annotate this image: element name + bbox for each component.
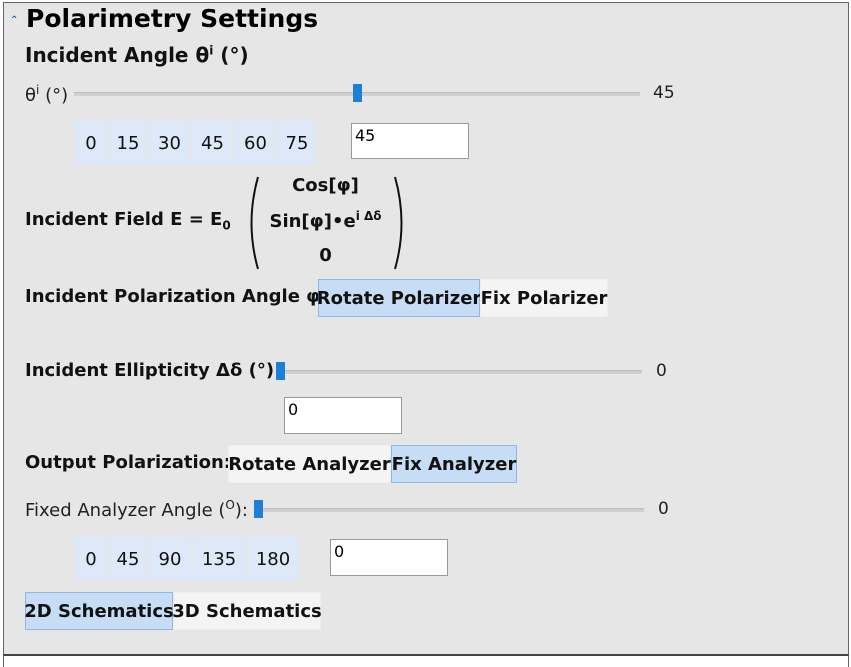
fix-polarizer-button[interactable]: Fix Polarizer (480, 279, 608, 317)
2d-schematics-button[interactable]: 2D Schematics (24, 592, 174, 630)
ellipticity-label: Incident Ellipticity Δδ (°): (25, 360, 282, 381)
incident-angle-preset-45[interactable]: 45 (191, 120, 234, 166)
incident-field-label: Incident Field E = E0 (25, 209, 231, 233)
next-section-clipped (3, 656, 849, 667)
vector-row-2: Sin[φ]•ei Δδ (269, 209, 382, 232)
incident-angle-preset-15[interactable]: 15 (108, 120, 148, 166)
incident-angle-preset-30[interactable]: 30 (148, 120, 191, 166)
analyzer-angle-preset-45[interactable]: 45 (108, 536, 148, 582)
rotate-polarizer-button[interactable]: Rotate Polarizer (317, 279, 481, 317)
incident-angle-preset-0[interactable]: 0 (74, 120, 108, 166)
analyzer-angle-slider-thumb[interactable] (254, 500, 263, 518)
incident-angle-preset-75[interactable]: 75 (277, 120, 317, 166)
vector-row-1: Cos[φ] (292, 175, 359, 196)
analyzer-angle-preset-0[interactable]: 0 (74, 536, 108, 582)
rotate-analyzer-button[interactable]: Rotate Analyzer (228, 445, 391, 483)
incident-angle-slider-label: θi (°) (25, 83, 69, 106)
ellipticity-slider-thumb[interactable] (276, 362, 285, 380)
analyzer-angle-preset-90[interactable]: 90 (148, 536, 192, 582)
incident-angle-slider-thumb[interactable] (352, 84, 362, 102)
analyzer-angle-preset-135[interactable]: 135 (192, 536, 246, 582)
vector-row-3: 0 (319, 245, 332, 266)
analyzer-angle-input[interactable]: 0 (330, 539, 448, 576)
analyzer-angle-preset-180[interactable]: 180 (246, 536, 300, 582)
collapse-chevron-icon[interactable]: ⌃ (10, 15, 18, 26)
polarization-angle-label: Incident Polarization Angle φ: (25, 286, 328, 307)
ellipticity-input[interactable]: 0 (284, 397, 402, 434)
analyzer-angle-presets: 0 45 90 135 180 (74, 536, 300, 582)
incident-angle-readout: 45 (653, 83, 675, 103)
3d-schematics-button[interactable]: 3D Schematics (172, 592, 322, 630)
analyzer-angle-label: Fixed Analyzer Angle (O): (25, 498, 248, 521)
fix-analyzer-button[interactable]: Fix Analyzer (391, 445, 517, 483)
analyzer-angle-readout: 0 (658, 499, 669, 519)
ellipticity-slider-track[interactable] (276, 370, 642, 374)
incident-field-vector: Cos[φ] Sin[φ]•ei Δδ 0 (244, 175, 409, 271)
output-polarization-label: Output Polarization: (25, 452, 231, 473)
analyzer-angle-slider-track[interactable] (254, 508, 644, 512)
section-title[interactable]: Polarimetry Settings (26, 4, 318, 33)
incident-angle-presets: 0 15 30 45 60 75 (74, 120, 317, 166)
incident-angle-heading: Incident Angle θi (°) (25, 43, 249, 67)
incident-angle-preset-60[interactable]: 60 (234, 120, 277, 166)
polarimetry-settings-panel: ⌃ Polarimetry Settings Incident Angle θi… (3, 2, 849, 656)
incident-angle-input[interactable]: 45 (351, 123, 469, 159)
ellipticity-readout: 0 (656, 361, 667, 381)
